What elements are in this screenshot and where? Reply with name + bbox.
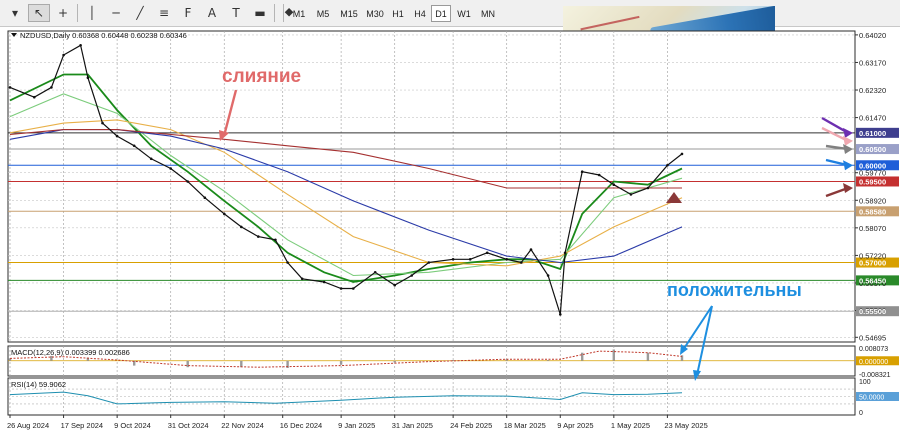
x-tick-label: 1 May 2025 — [611, 421, 650, 430]
price-point — [612, 183, 616, 186]
price-point — [300, 277, 304, 281]
price-point — [149, 157, 153, 161]
price-point — [563, 251, 567, 255]
trading-terminal: ▾ ↖ + │ ─ ╱ ≡ F A T ▬ ⯁ M1 M5 M15 M30 H1 H4 D1 W1 MN слияни… — [0, 0, 900, 440]
y-tick-label: 0.63170 — [859, 58, 886, 67]
price-point — [186, 180, 189, 183]
macd-histogram-bar — [393, 360, 396, 363]
price-point — [86, 76, 90, 79]
rsi-pane-title: RSI(14) 59.9062 — [11, 380, 66, 389]
price-point — [62, 53, 65, 57]
macd-histogram-bar — [646, 352, 650, 361]
price-point — [79, 44, 82, 47]
macd-histogram-bar — [546, 360, 550, 361]
price-point — [393, 283, 397, 287]
price-point — [132, 144, 136, 148]
annotation-merge-label: слияние — [222, 66, 301, 87]
price-point — [203, 196, 207, 199]
x-tick-label: 17 Sep 2024 — [61, 421, 104, 430]
y-tick-label: 0.61470 — [859, 114, 886, 123]
rsi-tick-label: 50.0000 — [859, 395, 884, 402]
macd-histogram-bar — [240, 360, 243, 368]
price-point — [529, 248, 533, 251]
price-point — [101, 121, 104, 125]
price-point — [629, 193, 633, 196]
price-point — [322, 280, 326, 284]
macd-histogram-bar — [581, 352, 584, 361]
macd-histogram-bar — [339, 360, 343, 365]
price-point — [468, 258, 472, 261]
level-price-label: 0.57000 — [859, 259, 886, 268]
x-tick-label: 22 Nov 2024 — [221, 421, 264, 430]
rsi-tick-label: 100 — [859, 379, 871, 386]
price-point — [223, 212, 226, 216]
macd-tick-label: 0.008073 — [859, 346, 888, 353]
price-point — [115, 134, 119, 138]
x-tick-label: 26 Aug 2024 — [7, 421, 49, 430]
price-point — [410, 274, 414, 277]
annotation-positive-label: положительны — [667, 280, 802, 300]
price-point — [451, 258, 455, 261]
x-tick-label: 31 Oct 2024 — [168, 421, 209, 430]
level-price-label: 0.60000 — [859, 161, 886, 170]
price-point — [169, 167, 172, 170]
price-point — [339, 287, 343, 290]
y-tick-label: 0.64020 — [859, 31, 886, 40]
x-tick-label: 18 Mar 2025 — [504, 421, 546, 430]
price-point — [580, 170, 584, 173]
price-point — [666, 164, 669, 167]
price-point — [427, 261, 431, 264]
price-point — [286, 261, 289, 264]
price-point — [240, 225, 243, 229]
chart-canvas: слияние положительны 0.64020 0.63170 0.6232… — [7, 30, 899, 430]
macd-tick-label: 0.000000 — [859, 359, 888, 366]
price-point — [352, 287, 355, 290]
y-tick-label: 0.54695 — [859, 333, 886, 342]
level-price-label: 0.59500 — [859, 177, 886, 186]
x-tick-label: 24 Feb 2025 — [450, 421, 492, 430]
price-point — [8, 86, 12, 89]
price-point — [485, 251, 489, 255]
price-point — [50, 86, 53, 89]
macd-pane-title: MACD(12,26,9) 0.003399 0.002686 — [11, 348, 130, 357]
y-tick-label: 0.58070 — [859, 224, 886, 233]
level-price-label: 0.61000 — [859, 129, 886, 138]
price-point — [646, 186, 650, 190]
x-tick-label: 16 Dec 2024 — [280, 421, 323, 430]
price-point — [597, 173, 601, 177]
x-tick-label: 9 Oct 2024 — [114, 421, 151, 430]
x-tick-label: 23 May 2025 — [664, 421, 707, 430]
y-tick-label: 0.58920 — [859, 196, 886, 205]
x-tick-label: 31 Jan 2025 — [392, 421, 433, 430]
y-tick-label: 0.62320 — [859, 86, 886, 95]
price-pane-title: NZDUSD,Daily 0.60368 0.60448 0.60238 0.6… — [20, 31, 187, 40]
x-tick-label: 9 Apr 2025 — [557, 421, 593, 430]
price-point — [505, 258, 509, 261]
rsi-tick-label: 0 — [859, 410, 863, 417]
macd-histogram-bar — [186, 360, 189, 368]
price-point — [559, 313, 562, 316]
price-point — [546, 274, 550, 277]
level-price-label: 0.60500 — [859, 145, 886, 154]
price-point — [274, 238, 277, 242]
price-point — [33, 95, 36, 99]
x-tick-label: 9 Jan 2025 — [338, 421, 375, 430]
level-price-label: 0.58580 — [859, 207, 886, 216]
price-point — [520, 261, 523, 264]
level-price-label: 0.56450 — [859, 276, 886, 285]
price-point — [680, 152, 684, 156]
price-point — [373, 271, 377, 274]
price-point — [257, 235, 260, 238]
level-price-label: 0.55500 — [859, 307, 886, 316]
